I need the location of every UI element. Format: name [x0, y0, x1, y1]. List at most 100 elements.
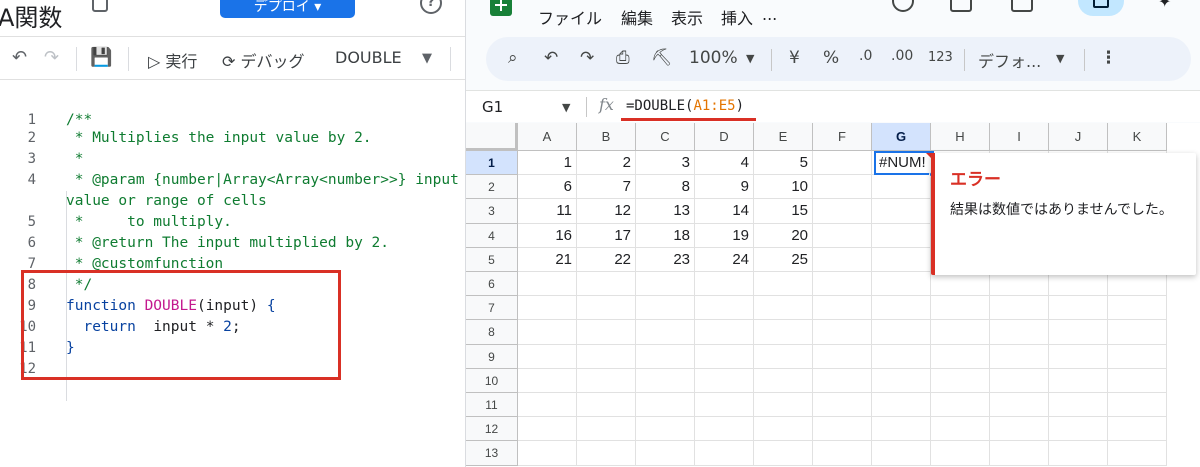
cell-c11[interactable] [636, 393, 695, 418]
cell-g13[interactable] [872, 441, 931, 466]
comment-icon[interactable] [950, 0, 972, 12]
number-format-button[interactable]: 123 [928, 50, 953, 65]
cell-i10[interactable] [990, 368, 1049, 393]
column-header-i[interactable]: I [990, 123, 1049, 151]
cell-d11[interactable] [695, 393, 754, 418]
cell-j6[interactable] [1049, 272, 1108, 297]
cell-e3[interactable]: 15 [754, 199, 813, 224]
zoom-select[interactable]: 100% [689, 48, 738, 68]
redo-icon[interactable]: ↷ [580, 48, 594, 68]
cell-e10[interactable] [754, 368, 813, 393]
redo-icon[interactable]: ↷ [44, 47, 59, 68]
cell-c4[interactable]: 18 [636, 223, 695, 248]
row-header-9[interactable]: 9 [466, 344, 518, 369]
menu-insert[interactable]: 挿入 [721, 5, 753, 29]
share-button[interactable] [1078, 0, 1124, 16]
chevron-down-icon[interactable]: ▼ [746, 52, 754, 65]
cell-b12[interactable] [577, 417, 636, 442]
cell-d12[interactable] [695, 417, 754, 442]
drive-icon[interactable] [92, 0, 108, 12]
column-header-g[interactable]: G [872, 123, 931, 151]
cell-a12[interactable] [518, 417, 577, 442]
cell-f1[interactable] [813, 151, 872, 176]
cell-g6[interactable] [872, 272, 931, 297]
chevron-down-icon[interactable]: ▼ [422, 51, 432, 66]
cell-e4[interactable]: 20 [754, 223, 813, 248]
cell-f5[interactable] [813, 247, 872, 272]
cell-g12[interactable] [872, 417, 931, 442]
deploy-button[interactable]: デプロイ ▾ [220, 0, 355, 18]
cell-j10[interactable] [1049, 368, 1108, 393]
cell-d13[interactable] [695, 441, 754, 466]
cell-c1[interactable]: 3 [636, 151, 695, 176]
cell-g11[interactable] [872, 393, 931, 418]
cell-c13[interactable] [636, 441, 695, 466]
cell-c5[interactable]: 23 [636, 247, 695, 272]
cell-d2[interactable]: 9 [695, 175, 754, 200]
cell-g5[interactable] [872, 247, 931, 272]
cell-b13[interactable] [577, 441, 636, 466]
cell-i13[interactable] [990, 441, 1049, 466]
cell-j13[interactable] [1049, 441, 1108, 466]
cell-j11[interactable] [1049, 393, 1108, 418]
cell-i11[interactable] [990, 393, 1049, 418]
select-all-corner[interactable] [466, 123, 518, 151]
percent-format-button[interactable]: % [823, 48, 839, 68]
cell-f13[interactable] [813, 441, 872, 466]
search-icon[interactable]: ⌕ [508, 48, 518, 68]
cell-a8[interactable] [518, 320, 577, 345]
cell-a5[interactable]: 21 [518, 247, 577, 272]
cell-f4[interactable] [813, 223, 872, 248]
cell-a11[interactable] [518, 393, 577, 418]
cell-b5[interactable]: 22 [577, 247, 636, 272]
cell-k9[interactable] [1108, 344, 1167, 369]
row-header-1[interactable]: 1 [466, 151, 518, 176]
menu-more[interactable]: ... [762, 5, 777, 24]
cell-b3[interactable]: 12 [577, 199, 636, 224]
cell-e7[interactable] [754, 296, 813, 321]
cell-c7[interactable] [636, 296, 695, 321]
cell-b1[interactable]: 2 [577, 151, 636, 176]
decrease-decimal-button[interactable]: .0 [859, 48, 872, 64]
selected-cell-g1[interactable]: #NUM! [874, 151, 934, 175]
cell-d1[interactable]: 4 [695, 151, 754, 176]
row-header-10[interactable]: 10 [466, 368, 518, 393]
function-select[interactable]: DOUBLE [335, 48, 402, 67]
gemini-icon[interactable]: ✦ [1158, 0, 1171, 11]
column-header-e[interactable]: E [754, 123, 813, 151]
row-header-8[interactable]: 8 [466, 320, 518, 345]
cell-k8[interactable] [1108, 320, 1167, 345]
cell-d4[interactable]: 19 [695, 223, 754, 248]
cell-b2[interactable]: 7 [577, 175, 636, 200]
cell-h8[interactable] [931, 320, 990, 345]
cell-e13[interactable] [754, 441, 813, 466]
more-icon[interactable]: ⋮ [1100, 48, 1117, 68]
cell-f8[interactable] [813, 320, 872, 345]
cell-a1[interactable]: 1 [518, 151, 577, 176]
save-icon[interactable]: 💾 [90, 47, 112, 68]
cell-d6[interactable] [695, 272, 754, 297]
increase-decimal-button[interactable]: .00 [891, 48, 913, 64]
row-header-11[interactable]: 11 [466, 393, 518, 418]
cell-f2[interactable] [813, 175, 872, 200]
chevron-down-icon[interactable]: ▼ [1056, 52, 1064, 65]
cell-a2[interactable]: 6 [518, 175, 577, 200]
cell-i12[interactable] [990, 417, 1049, 442]
debug-button[interactable]: ⟳ デバッグ [222, 48, 305, 72]
cell-h11[interactable] [931, 393, 990, 418]
row-header-5[interactable]: 5 [466, 247, 518, 272]
row-header-12[interactable]: 12 [466, 417, 518, 442]
cell-h9[interactable] [931, 344, 990, 369]
row-header-2[interactable]: 2 [466, 175, 518, 200]
column-header-d[interactable]: D [695, 123, 754, 151]
print-icon[interactable]: ⎙ [616, 48, 630, 68]
cell-k10[interactable] [1108, 368, 1167, 393]
cell-d10[interactable] [695, 368, 754, 393]
cell-f9[interactable] [813, 344, 872, 369]
history-icon[interactable] [892, 0, 914, 12]
cell-a3[interactable]: 11 [518, 199, 577, 224]
cell-a13[interactable] [518, 441, 577, 466]
row-header-13[interactable]: 13 [466, 441, 518, 466]
cell-h6[interactable] [931, 272, 990, 297]
cell-f12[interactable] [813, 417, 872, 442]
